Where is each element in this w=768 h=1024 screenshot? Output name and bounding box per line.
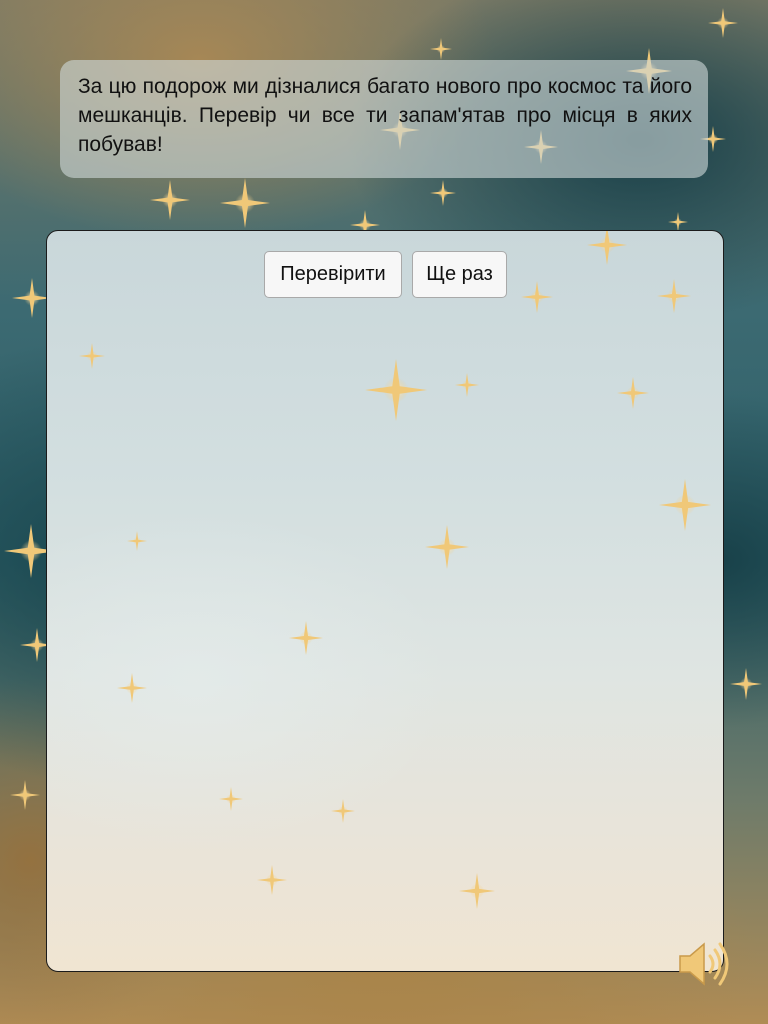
game-panel xyxy=(46,230,724,972)
retry-button[interactable]: Ще раз xyxy=(412,251,507,298)
intro-text-box: За цю подорож ми дізналися багато нового… xyxy=(60,60,708,178)
sound-button[interactable] xyxy=(676,936,732,992)
panel-stars xyxy=(79,231,711,909)
speaker-icon xyxy=(679,942,729,986)
intro-text: За цю подорож ми дізналися багато нового… xyxy=(78,75,692,156)
check-button[interactable]: Перевірити xyxy=(264,251,402,298)
game-controls: Перевірити Ще раз xyxy=(264,251,507,298)
